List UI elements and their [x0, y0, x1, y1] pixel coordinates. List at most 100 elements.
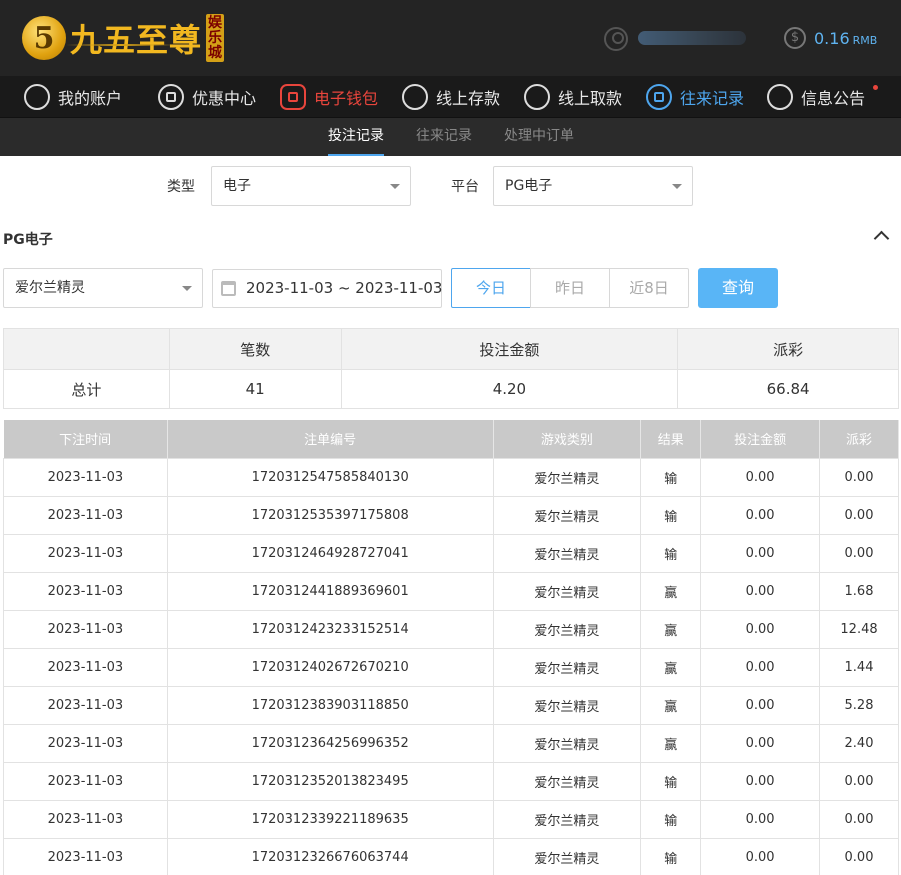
nav-item-label: 电子钱包	[314, 89, 379, 108]
nav-item-online-withdraw[interactable]: 线上取款	[524, 76, 622, 118]
column-header-game-type: 游戏类别	[493, 420, 642, 458]
summary-cell: 总计	[3, 369, 170, 409]
cell-payout: 0.00	[819, 495, 899, 535]
nav-item-announcements[interactable]: 信息公告	[767, 76, 865, 118]
cell-bet-time: 2023-11-03	[3, 761, 168, 801]
nav-item-label: 线上取款	[558, 89, 623, 108]
withdraw-icon	[524, 84, 550, 110]
cell-bet-time: 2023-11-03	[3, 647, 168, 687]
column-header-bet-amount: 投注金额	[700, 420, 821, 458]
chevron-down-icon	[390, 184, 400, 189]
cell-bet-time: 2023-11-03	[3, 723, 168, 763]
cell-result: 赢	[640, 723, 702, 763]
cell-game-type: 爱尔兰精灵	[492, 647, 642, 687]
nav-item-online-deposit[interactable]: 线上存款	[402, 76, 500, 118]
cell-result: 赢	[640, 571, 702, 611]
cell-game-type: 爱尔兰精灵	[492, 609, 642, 649]
cell-bet-amount: 0.00	[700, 723, 821, 763]
type-select[interactable]: 电子	[211, 166, 411, 206]
range-today-button[interactable]: 今日	[451, 268, 531, 308]
platform-label: 平台	[451, 179, 479, 195]
table-row: 2023-11-03 1720312352013823495 爱尔兰精灵输 0.00 0…	[3, 761, 899, 801]
cell-bet-amount: 0.00	[700, 571, 821, 611]
chevron-down-icon	[182, 286, 192, 291]
cell-bet-time: 2023-11-03	[3, 571, 168, 611]
table-row: 2023-11-03 1720312464928727041 爱尔兰精灵输 0.00 0…	[3, 533, 899, 573]
cell-payout: 0.00	[819, 533, 899, 573]
cell-bet-amount: 0.00	[700, 837, 821, 875]
tab-transaction-records[interactable]: 往来记录	[416, 118, 472, 156]
table-row: 2023-11-03 1720312441889369601 爱尔兰精灵赢 0.00 1…	[3, 571, 899, 611]
cell-game-type: 爱尔兰精灵	[492, 533, 642, 573]
summary-total-row: 总计 41 4.20 66.84	[3, 369, 899, 409]
summary-cell: 4.20	[340, 369, 679, 409]
cell-game-type: 爱尔兰精灵	[492, 837, 642, 875]
cell-result: 输	[640, 495, 702, 535]
nav-item-promotions[interactable]: 优惠中心	[158, 76, 256, 118]
type-select-value: 电子	[223, 178, 251, 194]
platform-select[interactable]: PG电子	[493, 166, 693, 206]
cell-game-type: 爱尔兰精灵	[492, 685, 642, 725]
summary-header-cell: 投注金额	[340, 328, 679, 370]
cell-payout: 12.48	[819, 609, 899, 649]
main-nav: 我的账户 优惠中心 电子钱包 线上存款 线上取款 往来记录 信息公告	[0, 76, 901, 118]
query-button[interactable]: 查询	[698, 268, 778, 308]
tab-bet-records[interactable]: 投注记录	[328, 118, 384, 156]
cell-payout: 0.00	[819, 799, 899, 839]
cell-bet-id: 1720312423233152514	[166, 609, 494, 649]
nav-item-label: 线上存款	[436, 89, 501, 108]
logo-badge: 娱 乐 城	[206, 14, 225, 62]
logo-badge-char: 城	[208, 44, 223, 61]
coin-icon: $	[784, 27, 806, 49]
platform-select-value: PG电子	[505, 178, 553, 194]
summary-table: 笔数 投注金额 派彩 总计 41 4.20 66.84	[3, 328, 899, 409]
chevron-up-icon[interactable]	[873, 230, 890, 247]
balance-amount: 0.16	[814, 29, 850, 48]
cell-bet-amount: 0.00	[700, 609, 821, 649]
cell-result: 输	[640, 533, 702, 573]
deposit-icon	[402, 84, 428, 110]
cell-bet-time: 2023-11-03	[3, 609, 168, 649]
cell-bet-id: 1720312441889369601	[166, 571, 494, 611]
section-title: PG电子	[3, 232, 53, 248]
cell-bet-time: 2023-11-03	[3, 799, 168, 839]
site-logo[interactable]: 5 九五至尊 娱 乐 城	[22, 12, 225, 64]
cell-game-type: 爱尔兰精灵	[492, 723, 642, 763]
cell-bet-amount: 0.00	[700, 685, 821, 725]
logo-badge-char: 娱	[208, 14, 223, 31]
game-select[interactable]: 爱尔兰精灵	[3, 268, 203, 308]
table-row: 2023-11-03 1720312339221189635 爱尔兰精灵输 0.00 0…	[3, 799, 899, 839]
nav-item-label: 优惠中心	[192, 89, 257, 108]
cell-bet-id: 1720312464928727041	[166, 533, 494, 573]
cell-bet-id: 1720312352013823495	[166, 761, 494, 801]
table-row: 2023-11-03 1720312383903118850 爱尔兰精灵赢 0.00 5…	[3, 685, 899, 725]
sub-nav: 投注记录 往来记录 处理中订单	[0, 118, 901, 156]
user-avatar-icon[interactable]	[604, 27, 628, 51]
calendar-icon	[221, 281, 236, 296]
column-header-payout: 派彩	[819, 420, 899, 458]
records-icon	[646, 84, 672, 110]
tab-pending-orders[interactable]: 处理中订单	[504, 118, 574, 156]
cell-bet-amount: 0.00	[700, 799, 821, 839]
bell-icon	[767, 84, 793, 110]
cell-bet-id: 1720312364256996352	[166, 723, 494, 763]
nav-item-e-wallet[interactable]: 电子钱包	[280, 76, 378, 118]
records-body: 2023-11-03 1720312547585840130 爱尔兰精灵输 0.00 0…	[3, 457, 899, 875]
logo-mark: 5	[22, 16, 66, 60]
cell-bet-id: 1720312547585840130	[166, 457, 494, 497]
cell-result: 赢	[640, 647, 702, 687]
cell-bet-id: 1720312383903118850	[166, 685, 494, 725]
summary-header-cell: 派彩	[677, 328, 899, 370]
nav-item-my-account[interactable]: 我的账户	[24, 76, 122, 118]
cell-bet-time: 2023-11-03	[3, 495, 168, 535]
cell-bet-id: 1720312535397175808	[166, 495, 494, 535]
top-header: 5 九五至尊 娱 乐 城 $ 0.16 RMB	[0, 0, 901, 76]
table-row: 2023-11-03 1720312547585840130 爱尔兰精灵输 0.00 0…	[3, 457, 899, 497]
nav-item-transaction-records[interactable]: 往来记录	[646, 76, 744, 118]
notification-dot	[873, 85, 878, 90]
date-range-input[interactable]: 2023-11-03 ~ 2023-11-03	[212, 269, 442, 308]
range-last8days-button[interactable]: 近8日	[609, 268, 689, 308]
cell-result: 输	[640, 761, 702, 801]
cell-payout: 5.28	[819, 685, 899, 725]
range-yesterday-button[interactable]: 昨日	[530, 268, 610, 308]
